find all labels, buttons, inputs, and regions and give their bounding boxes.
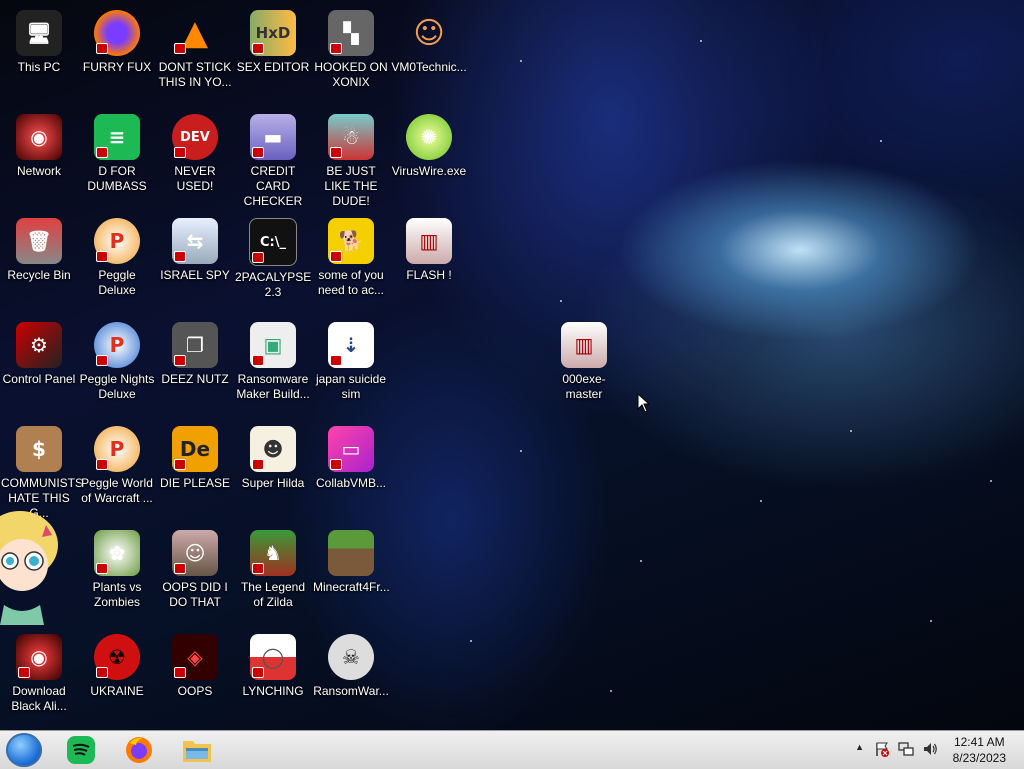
santa-icon: ☃ (328, 114, 374, 160)
desktop-icon-die-please[interactable]: De DIE PLEASE (156, 420, 234, 491)
desktop-icon-furry-fux[interactable]: FURRY FUX (78, 4, 156, 75)
desktop-icon-control-panel[interactable]: ⚙ Control Panel (0, 316, 78, 387)
desktop[interactable]: 🖥 This PC ◉ Network 🗑 Recycle Bin ⚙ Cont… (0, 0, 1024, 730)
desktop-icon-oops-did-i[interactable]: ☺ OOPS DID I DO THAT (156, 524, 234, 610)
spotify-style-icon: ≡ (94, 114, 140, 160)
desktop-icon-some-of-you[interactable]: 🐕 some of you need to ac... (312, 212, 390, 298)
peggle-nights-icon: P (94, 322, 140, 368)
taskbar: ▲ 12:41 AM 8/23/2023 (0, 730, 1024, 769)
network-share-icon: ⇆ (172, 218, 218, 264)
desktop-icon-peggle-deluxe[interactable]: P Peggle Deluxe (78, 212, 156, 298)
skull-icon: ☠ (328, 634, 374, 680)
desktop-icon-ransomwar[interactable]: ☠ RansomWar... (312, 628, 390, 699)
action-center-flag-icon[interactable] (874, 741, 890, 757)
app-window-icon: ▣ (250, 322, 296, 368)
taskbar-firefox-button[interactable] (122, 734, 156, 766)
desktop-icon-dont-stick[interactable]: ▲ DONT STICK THIS IN YO... (156, 4, 234, 90)
desktop-icon-viruswire[interactable]: ✺ VirusWire.exe (390, 108, 468, 179)
desktop-icon-deez-nutz[interactable]: ❐ DEEZ NUTZ (156, 316, 234, 387)
taskbar-spotify-button[interactable] (64, 734, 98, 766)
red-orb-icon: ◉ (16, 634, 62, 680)
desktop-icon-download-black-ali[interactable]: ◉ Download Black Ali... (0, 628, 78, 714)
desktop-icon-hooked-on-xonix[interactable]: ▚ HOOKED ON XONIX (312, 4, 390, 90)
money-bag-icon: $ (16, 426, 62, 472)
network-icon: ◉ (16, 114, 62, 160)
technician-icon: ☺ (413, 15, 445, 51)
desktop-icon-2pacalypse[interactable]: C:\_ 2PACALYPSE 2.3 (234, 212, 312, 300)
desktop-icon-ukraine[interactable]: ☢ UKRAINE (78, 628, 156, 699)
desktop-icon-collabvm[interactable]: ▭ CollabVMB... (312, 420, 390, 491)
this-pc-icon: 🖥 (16, 10, 62, 56)
recycle-bin-icon: 🗑 (16, 218, 62, 264)
winrar-icon: ▥ (406, 218, 452, 264)
flower-icon: ✿ (94, 530, 140, 576)
desktop-icon-network[interactable]: ◉ Network (0, 108, 78, 179)
xonix-icon: ▚ (328, 10, 374, 56)
taskbar-file-explorer-button[interactable] (180, 734, 214, 766)
desktop-icon-legend-of-zilda[interactable]: ♞ The Legend of Zilda (234, 524, 312, 610)
limewire-icon: ✺ (406, 114, 452, 160)
desktop-icon-peggle-nights[interactable]: P Peggle Nights Deluxe (78, 316, 156, 402)
hxd-icon: HxD (250, 10, 296, 56)
network-tray-icon[interactable] (898, 741, 914, 757)
taskbar-clock[interactable]: 12:41 AM 8/23/2023 (953, 734, 1006, 766)
spotify-icon (67, 736, 95, 764)
desktop-icon-minecraft[interactable]: Minecraft4Fr... (312, 524, 390, 595)
desktop-icon-plants-vs-zombies[interactable]: ✿ Plants vs Zombies (78, 524, 156, 610)
portrait-icon: ☺ (172, 530, 218, 576)
dark-book-icon: ◈ (172, 634, 218, 680)
devcpp-icon: DEV (172, 114, 218, 160)
mouse-cursor-icon (637, 393, 651, 413)
de-icon: De (172, 426, 218, 472)
command-prompt-icon: C:\_ (249, 218, 297, 266)
volume-icon[interactable] (922, 741, 938, 757)
clock-time: 12:41 AM (953, 735, 1005, 749)
control-panel-icon: ⚙ (16, 322, 62, 368)
desktop-icon-credit-card-checker[interactable]: ▬ CREDIT CARD CHECKER (234, 108, 312, 209)
desktop-icon-ransomware-maker[interactable]: ▣ Ransomware Maker Build... (234, 316, 312, 402)
monitor-icon: ▭ (328, 426, 374, 472)
desktop-icon-peggle-wow[interactable]: P Peggle World of Warcraft ... (78, 420, 156, 506)
document-icon: ⇣ (328, 322, 374, 368)
desktop-icon-d-for-dumbass[interactable]: ≡ D FOR DUMBASS (78, 108, 156, 194)
desktop-icon-vm0technic[interactable]: ☺ VM0Technic... (390, 4, 468, 75)
desktop-icon-be-just-like-the-dude[interactable]: ☃ BE JUST LIKE THE DUDE! (312, 108, 390, 209)
desktop-icon-israel-spy[interactable]: ⇆ ISRAEL SPY (156, 212, 234, 283)
desktop-icon-this-pc[interactable]: 🖥 This PC (0, 4, 78, 75)
firefox-icon (126, 737, 152, 763)
desktop-icon-never-used[interactable]: DEV NEVER USED! (156, 108, 234, 194)
grass-block-icon (328, 530, 374, 576)
credit-card-icon: ▬ (250, 114, 296, 160)
noose-icon: ◯ (250, 634, 296, 680)
windows-stack-icon: ❐ (172, 322, 218, 368)
desktop-icon-oops[interactable]: ◈ OOPS (156, 628, 234, 699)
desktop-icon-sex-editor[interactable]: HxD SEX EDITOR (234, 4, 312, 75)
peggle-icon: P (94, 218, 140, 264)
show-hidden-icons-chevron-icon[interactable]: ▲ (855, 742, 864, 752)
file-explorer-icon (183, 741, 211, 762)
vlc-cone-icon: ▲ (172, 10, 218, 56)
desktop-icon-lynching[interactable]: ◯ LYNCHING (234, 628, 312, 699)
pixel-hero-icon: ♞ (250, 530, 296, 576)
pixel-character-icon: ☻ (250, 426, 296, 472)
desktop-icon-japan-suicide-sim[interactable]: ⇣ japan suicide sim (312, 316, 390, 402)
radiation-icon: ☢ (94, 634, 140, 680)
dog-icon: 🐕 (328, 218, 374, 264)
start-button[interactable] (6, 733, 42, 767)
system-tray: ▲ 12:41 AM 8/23/2023 (844, 731, 1024, 769)
cartoon-character-sticker (0, 511, 58, 625)
desktop-icon-super-hilda[interactable]: ☻ Super Hilda (234, 420, 312, 491)
desktop-icon-flash[interactable]: ▥ FLASH ! (390, 212, 468, 283)
firefox-icon (94, 10, 140, 56)
winrar-archive-icon: ▥ (561, 322, 607, 368)
desktop-icon-000exe-master[interactable]: ▥ 000exe-master (545, 316, 623, 402)
desktop-icon-recycle-bin[interactable]: 🗑 Recycle Bin (0, 212, 78, 283)
clock-date: 8/23/2023 (952, 751, 1006, 765)
peggle-wow-icon: P (94, 426, 140, 472)
